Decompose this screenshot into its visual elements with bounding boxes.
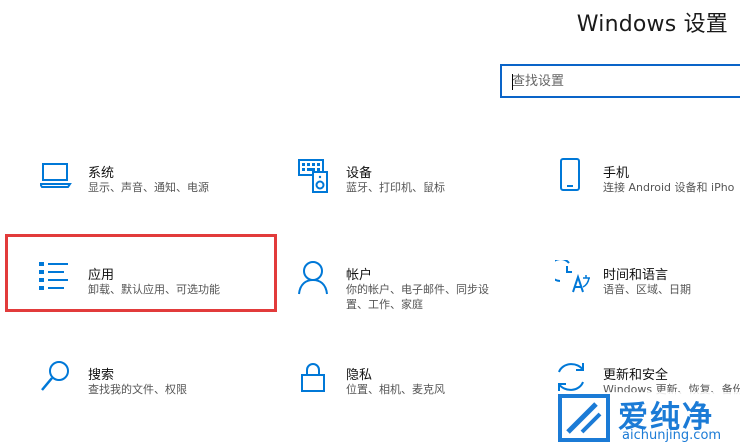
tile-name: 系统 bbox=[88, 166, 115, 181]
laptop-icon bbox=[40, 163, 72, 188]
tile-description: 连接 Android 设备和 iPho bbox=[603, 181, 735, 194]
tile-description: 语音、区域、日期 bbox=[603, 283, 691, 296]
update-icon bbox=[558, 363, 584, 391]
highlight-box bbox=[5, 234, 277, 312]
phone-icon bbox=[560, 158, 580, 191]
search-icon bbox=[41, 361, 69, 391]
tile-name: 帐户 bbox=[346, 268, 373, 283]
time-language-icon bbox=[555, 260, 590, 293]
tile-name: 手机 bbox=[603, 166, 630, 181]
tile-description: 蓝牙、打印机、鼠标 bbox=[346, 181, 445, 194]
tile-description: 显示、声音、通知、电源 bbox=[88, 181, 209, 194]
watermark-url: aichunjing.com bbox=[622, 428, 722, 443]
window-title: Windows 设置 bbox=[576, 12, 728, 37]
tile-description-line-2: 置、工作、家庭 bbox=[346, 298, 423, 311]
tile-description: 查找我的文件、权限 bbox=[88, 383, 187, 396]
tile-description-line-1: 你的帐户、电子邮件、同步设 bbox=[346, 283, 489, 296]
search-box[interactable] bbox=[500, 64, 740, 98]
tile-name: 搜索 bbox=[88, 368, 115, 383]
lock-icon bbox=[301, 363, 325, 392]
search-input[interactable] bbox=[512, 71, 740, 91]
tile-description: 你的帐户、电子邮件、同步设 置、工作、家庭 bbox=[346, 282, 489, 312]
tile-name: 时间和语言 bbox=[603, 268, 669, 283]
devices-icon bbox=[298, 159, 328, 193]
watermark: 爱纯净 aichunjing.com bbox=[552, 392, 740, 445]
watermark-logo-icon bbox=[558, 394, 610, 442]
tile-description: 位置、相机、麦克风 bbox=[346, 383, 445, 396]
tile-name: 设备 bbox=[346, 166, 373, 181]
tile-name: 隐私 bbox=[346, 368, 373, 383]
person-icon bbox=[298, 261, 328, 295]
text-cursor bbox=[512, 74, 513, 90]
tile-name: 更新和安全 bbox=[603, 368, 669, 383]
